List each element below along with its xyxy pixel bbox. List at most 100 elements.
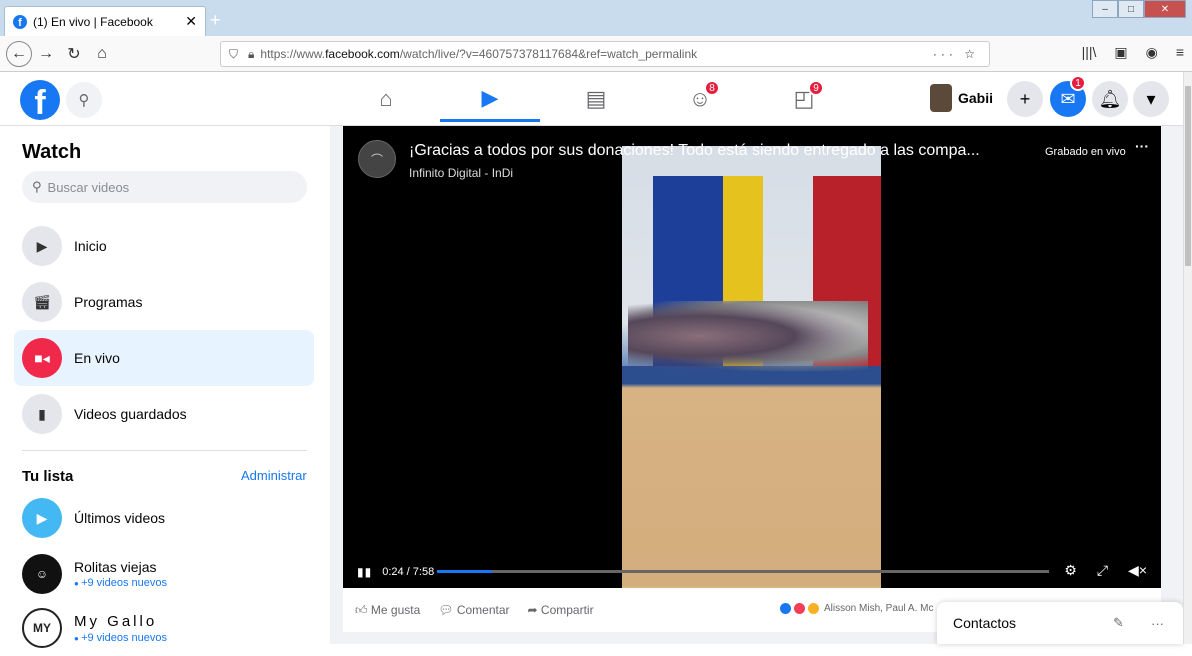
tab-groups[interactable]: ☺ 8 <box>650 76 750 122</box>
avatar <box>930 84 952 112</box>
settings-icon[interactable]: ⚙ <box>1064 562 1077 579</box>
page-scrollbar[interactable] <box>1183 72 1192 644</box>
video-frame-detail <box>622 366 881 586</box>
facebook-favicon-icon: f <box>13 14 27 29</box>
sidebar-item-programas[interactable]: 🎬︎ Programas <box>14 274 314 330</box>
list-title: Tu lista <box>22 468 74 485</box>
bell-icon: 🔔︎ <box>1098 88 1122 109</box>
more-options-icon[interactable]: ··· <box>1151 616 1164 631</box>
library-icon[interactable]: |||\ <box>1082 44 1097 61</box>
new-tab-button[interactable]: + <box>210 10 221 31</box>
browser-tab[interactable]: f (1) En vivo | Facebook ✕ <box>4 6 206 36</box>
watch-sidebar: Watch ⚲ Buscar videos ▶ Inicio 🎬︎ Progra… <box>0 126 330 648</box>
more-options-icon[interactable]: ··· <box>1135 138 1149 154</box>
new-videos-label: +9 videos nuevos <box>74 632 167 644</box>
video-controls-right: ⚙ ⤢ ◀× <box>1064 562 1147 579</box>
tab-watch[interactable]: ▶ <box>440 76 540 122</box>
list-item-label: Rolitas viejas <box>74 559 157 575</box>
sidebar-item-videos-guardados[interactable]: ▮ Videos guardados <box>14 386 314 442</box>
video-time: 0:24 / 7:58 <box>382 566 435 578</box>
mute-icon[interactable]: ◀× <box>1128 562 1147 579</box>
messenger-icon: ✉ <box>1060 88 1076 109</box>
tab-marketplace[interactable]: ▤ <box>546 76 646 122</box>
bookmark-icon: ▮ <box>22 394 62 434</box>
account-icon[interactable]: ◉ <box>1146 44 1158 61</box>
sidebar-item-inicio[interactable]: ▶ Inicio <box>14 218 314 274</box>
facebook-logo-icon[interactable]: f <box>20 80 60 120</box>
video-title[interactable]: ¡Gracias a todos por sus donaciones! Tod… <box>409 142 980 160</box>
video-player[interactable]: ⌒ ¡Gracias a todos por sus donaciones! T… <box>343 126 1161 588</box>
like-button[interactable]: 👍︎ Me gusta <box>355 603 420 618</box>
window-controls: – □ ✕ <box>1092 0 1186 18</box>
manage-link[interactable]: Administrar <box>241 468 307 483</box>
reload-button[interactable]: ↻ <box>60 40 88 68</box>
profile-name: Gabii <box>958 90 994 106</box>
browser-navbar: ← → ↻ ⌂ ⛉ 🔒︎ https://www. facebook.com/wa… <box>0 36 1192 72</box>
page-actions-icon[interactable]: ··· ☆ <box>933 47 979 61</box>
back-button[interactable]: ← <box>6 40 32 67</box>
plus-icon: + <box>1019 88 1031 109</box>
groups-badge: 8 <box>704 80 720 96</box>
comment-button[interactable]: 💬︎ Comentar <box>438 603 509 617</box>
minimize-button[interactable]: – <box>1092 0 1118 18</box>
progress-bar[interactable] <box>437 570 1049 573</box>
list-item-label: Últimos videos <box>74 510 166 526</box>
url-prefix: https://www. <box>260 47 326 61</box>
sidebar-item-en-vivo[interactable]: ■◂ En vivo <box>14 330 314 386</box>
profile-link[interactable]: Gabii <box>930 84 993 112</box>
url-bar[interactable]: ⛉ 🔒︎ https://www. facebook.com/watch/live… <box>220 41 990 67</box>
contacts-bar[interactable]: Contactos ✎ ··· <box>937 602 1183 644</box>
clapperboard-icon: 🎬︎ <box>22 282 62 322</box>
watch-home-icon: ▶ <box>22 226 62 266</box>
sidebar-item-label: En vivo <box>74 350 120 366</box>
fullscreen-icon[interactable]: ⤢ <box>1097 562 1108 579</box>
close-window-button[interactable]: ✕ <box>1144 0 1186 18</box>
search-icon[interactable]: ⚲ <box>66 82 102 118</box>
share-label: Compartir <box>540 603 594 617</box>
tab-home[interactable]: ⌂ <box>336 76 436 122</box>
share-button[interactable]: ➦ Compartir <box>528 603 594 617</box>
home-icon: ⌂ <box>379 86 393 111</box>
tab-gaming[interactable]: ◰ 9 <box>754 76 854 122</box>
new-message-icon[interactable]: ✎ <box>1113 615 1124 631</box>
thumbs-up-icon: 👍︎ <box>355 602 368 617</box>
scrollbar-thumb[interactable] <box>1185 86 1191 266</box>
page-avatar: MY <box>22 608 62 648</box>
home-button[interactable]: ⌂ <box>88 40 116 68</box>
channel-avatar[interactable]: ⌒ <box>358 140 396 178</box>
notifications-button[interactable]: 🔔︎ <box>1092 81 1128 117</box>
caret-down-icon: ▾ <box>1146 88 1156 109</box>
account-menu-button[interactable]: ▾ <box>1133 81 1169 117</box>
list-item-my-gallo[interactable]: MY My Gallo +9 videos nuevos <box>14 600 314 656</box>
pause-button[interactable]: ▮▮ <box>357 565 372 579</box>
maximize-button[interactable]: □ <box>1118 0 1144 18</box>
video-frame-detail <box>628 301 868 371</box>
watch-icon: ▶ <box>481 84 499 110</box>
wow-reaction-icon <box>807 602 820 615</box>
lock-icon: 🔒︎ <box>248 46 255 61</box>
comment-label: Comentar <box>456 603 510 617</box>
menu-icon[interactable]: ≡ <box>1176 44 1184 61</box>
list-item-rolitas-viejas[interactable]: ☺ Rolitas viejas +9 videos nuevos <box>14 546 314 602</box>
main-content: ⌒ ¡Gracias a todos por sus donaciones! T… <box>330 126 1183 644</box>
channel-name[interactable]: Infinito Digital - InDi <box>409 166 513 180</box>
create-button[interactable]: + <box>1007 81 1043 117</box>
page-avatar: ☺ <box>22 554 62 594</box>
reactors-names: Alisson Mish, Paul A. Mc <box>824 603 934 614</box>
sidebar-toggle-icon[interactable]: ▣ <box>1114 44 1127 61</box>
forward-button[interactable]: → <box>32 40 60 68</box>
list-item-ultimos-videos[interactable]: ▶ Últimos videos <box>14 490 314 546</box>
love-reaction-icon <box>793 602 806 615</box>
tab-close-icon[interactable]: ✕ <box>185 13 197 30</box>
search-icon: ⚲ <box>32 179 42 194</box>
messenger-badge: 1 <box>1070 75 1086 91</box>
video-search-input[interactable]: ⚲ Buscar videos <box>22 171 307 203</box>
contacts-title: Contactos <box>953 615 1017 631</box>
sidebar-item-label: Inicio <box>74 238 107 254</box>
sidebar-item-label: Videos guardados <box>74 406 187 422</box>
search-placeholder: Buscar videos <box>47 179 130 195</box>
new-videos-label: +9 videos nuevos <box>74 577 167 589</box>
sidebar-item-label: Programas <box>74 294 143 310</box>
reactions-summary[interactable]: Alisson Mish, Paul A. Mc <box>779 602 933 615</box>
messenger-button[interactable]: ✉ 1 <box>1050 75 1086 117</box>
